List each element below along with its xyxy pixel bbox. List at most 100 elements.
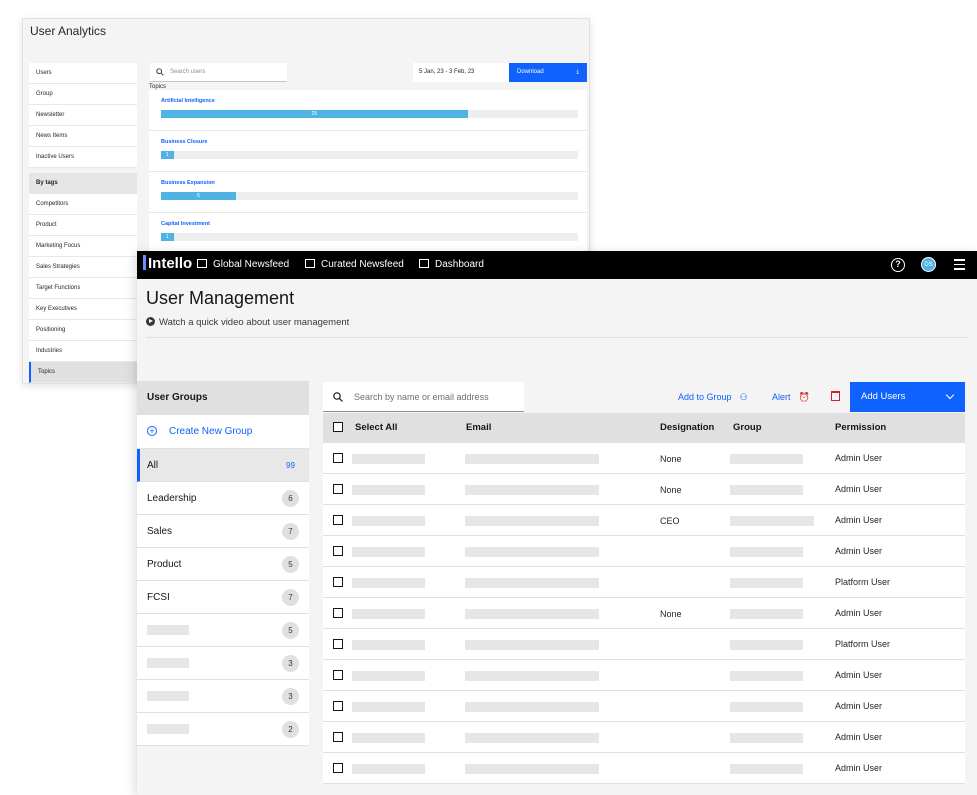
table-row[interactable]: Admin User bbox=[323, 722, 965, 753]
permission-cell: Admin User bbox=[835, 536, 895, 567]
add-to-group-button[interactable]: Add to Group ⚇ bbox=[678, 382, 748, 412]
avatar[interactable]: DS bbox=[921, 257, 936, 272]
video-link[interactable]: Watch a quick video about user managemen… bbox=[146, 317, 349, 328]
row-checkbox[interactable] bbox=[333, 732, 343, 742]
name-placeholder bbox=[352, 453, 425, 464]
select-all-checkbox[interactable] bbox=[333, 422, 343, 432]
group-item-product[interactable]: Product 5 bbox=[137, 548, 309, 581]
table-row[interactable]: Admin User bbox=[323, 536, 965, 567]
analytics-nav-inactive-users[interactable]: Inactive Users bbox=[29, 147, 137, 168]
row-checkbox[interactable] bbox=[333, 639, 343, 649]
topic-row: Artificial Intelligence 25 bbox=[149, 90, 587, 131]
add-users-label: Add Users bbox=[861, 391, 906, 402]
group-count-badge: 7 bbox=[282, 589, 299, 606]
analytics-sidebar: Users Group Newsletter News Items Inacti… bbox=[29, 63, 137, 383]
email-placeholder bbox=[465, 639, 599, 650]
trash-icon[interactable] bbox=[831, 391, 840, 401]
name-placeholder bbox=[147, 658, 189, 669]
analytics-tag-competitors[interactable]: Competitors bbox=[29, 194, 137, 215]
permission-value: Admin User bbox=[835, 546, 883, 556]
row-checkbox[interactable] bbox=[333, 763, 343, 773]
analytics-tags-section: By tags bbox=[29, 173, 137, 194]
table-row[interactable]: Admin User bbox=[323, 691, 965, 722]
alert-button[interactable]: Alert ⏰ bbox=[772, 382, 810, 412]
group-placeholder bbox=[730, 608, 803, 619]
analytics-tag-key-executives[interactable]: Key Executives bbox=[29, 299, 137, 320]
group-item[interactable]: 3 bbox=[137, 680, 309, 713]
create-group-button[interactable]: + Create New Group bbox=[137, 415, 309, 449]
table-row[interactable]: Admin User bbox=[323, 753, 965, 784]
name-placeholder bbox=[352, 515, 425, 526]
row-checkbox[interactable] bbox=[333, 608, 343, 618]
row-checkbox[interactable] bbox=[333, 484, 343, 494]
group-item[interactable]: 2 bbox=[137, 713, 309, 746]
analytics-nav-news-items[interactable]: News Items bbox=[29, 126, 137, 147]
user-search-input[interactable]: Search by name or email address bbox=[323, 382, 524, 412]
alarm-clock-icon: ⏰ bbox=[798, 392, 810, 402]
analytics-tag-sales-strategies[interactable]: Sales Strategies bbox=[29, 257, 137, 278]
permission-value: Admin User bbox=[835, 763, 883, 773]
row-checkbox[interactable] bbox=[333, 453, 343, 463]
search-icon bbox=[156, 68, 164, 76]
group-item-all[interactable]: All 99 bbox=[137, 449, 309, 482]
analytics-search-input[interactable]: Search users bbox=[150, 63, 287, 82]
group-item-fcsi[interactable]: FCSI 7 bbox=[137, 581, 309, 614]
analytics-tag-product[interactable]: Product bbox=[29, 215, 137, 236]
table-row[interactable]: None Admin User bbox=[323, 443, 965, 474]
table-row[interactable]: None Admin User bbox=[323, 598, 965, 629]
row-checkbox[interactable] bbox=[333, 670, 343, 680]
nav-curated-newsfeed[interactable]: Curated Newsfeed bbox=[305, 251, 404, 279]
group-placeholder bbox=[730, 546, 803, 557]
group-placeholder bbox=[730, 670, 803, 681]
email-placeholder bbox=[465, 732, 599, 743]
topic-track: 1 bbox=[161, 151, 578, 159]
intello-logo[interactable]: Intello bbox=[143, 255, 192, 272]
add-user-group-icon: ⚇ bbox=[739, 392, 748, 402]
row-checkbox[interactable] bbox=[333, 546, 343, 556]
analytics-search-placeholder: Search users bbox=[170, 69, 206, 75]
name-placeholder bbox=[352, 670, 425, 681]
row-checkbox[interactable] bbox=[333, 515, 343, 525]
nav-global-newsfeed-label: Global Newsfeed bbox=[213, 259, 290, 270]
row-checkbox[interactable] bbox=[333, 701, 343, 711]
analytics-nav-group[interactable]: Group bbox=[29, 84, 137, 105]
permission-cell: Admin User bbox=[835, 691, 895, 722]
analytics-tag-industries[interactable]: Industries bbox=[29, 341, 137, 362]
permission-cell: Admin User bbox=[835, 722, 895, 753]
group-item[interactable]: 3 bbox=[137, 647, 309, 680]
user-groups-header: User Groups bbox=[137, 381, 309, 415]
analytics-nav-users[interactable]: Users bbox=[29, 63, 137, 84]
group-item[interactable]: 5 bbox=[137, 614, 309, 647]
hamburger-menu-icon[interactable] bbox=[954, 259, 965, 273]
table-row[interactable]: CEO Admin User bbox=[323, 505, 965, 536]
group-item-sales[interactable]: Sales 7 bbox=[137, 515, 309, 548]
topics-chart: Artificial Intelligence 25 Business Clos… bbox=[149, 90, 587, 254]
analytics-tag-target-functions[interactable]: Target Functions bbox=[29, 278, 137, 299]
logo-mark bbox=[143, 255, 146, 270]
nav-global-newsfeed[interactable]: Global Newsfeed bbox=[197, 251, 289, 279]
table-row[interactable]: Admin User bbox=[323, 660, 965, 691]
download-button[interactable]: Download ⤓ bbox=[509, 63, 587, 82]
analytics-tag-positioning[interactable]: Positioning bbox=[29, 320, 137, 341]
group-item-leadership[interactable]: Leadership 6 bbox=[137, 482, 309, 515]
curated-icon bbox=[305, 259, 315, 268]
row-checkbox[interactable] bbox=[333, 577, 343, 587]
table-row[interactable]: Platform User bbox=[323, 567, 965, 598]
analytics-tag-topics[interactable]: Topics bbox=[29, 362, 137, 383]
name-placeholder bbox=[352, 732, 425, 743]
date-range-picker[interactable]: 5 Jan, 23 - 3 Feb, 23 bbox=[413, 63, 509, 82]
topic-track: 25 bbox=[161, 110, 578, 118]
help-icon[interactable]: ? bbox=[891, 258, 905, 272]
permission-value: Admin User bbox=[835, 670, 883, 680]
table-row[interactable]: Platform User bbox=[323, 629, 965, 660]
name-placeholder bbox=[352, 484, 425, 495]
download-icon: ⤓ bbox=[576, 69, 579, 75]
analytics-tag-marketing-focus[interactable]: Marketing Focus bbox=[29, 236, 137, 257]
permission-value: Admin User bbox=[835, 484, 883, 494]
nav-dashboard[interactable]: Dashboard bbox=[419, 251, 484, 279]
table-header: Select All Email Designation Group Permi… bbox=[323, 413, 965, 443]
add-users-button[interactable]: Add Users bbox=[850, 382, 965, 412]
email-placeholder bbox=[465, 608, 599, 619]
analytics-nav-newsletter[interactable]: Newsletter bbox=[29, 105, 137, 126]
table-row[interactable]: None Admin User bbox=[323, 474, 965, 505]
